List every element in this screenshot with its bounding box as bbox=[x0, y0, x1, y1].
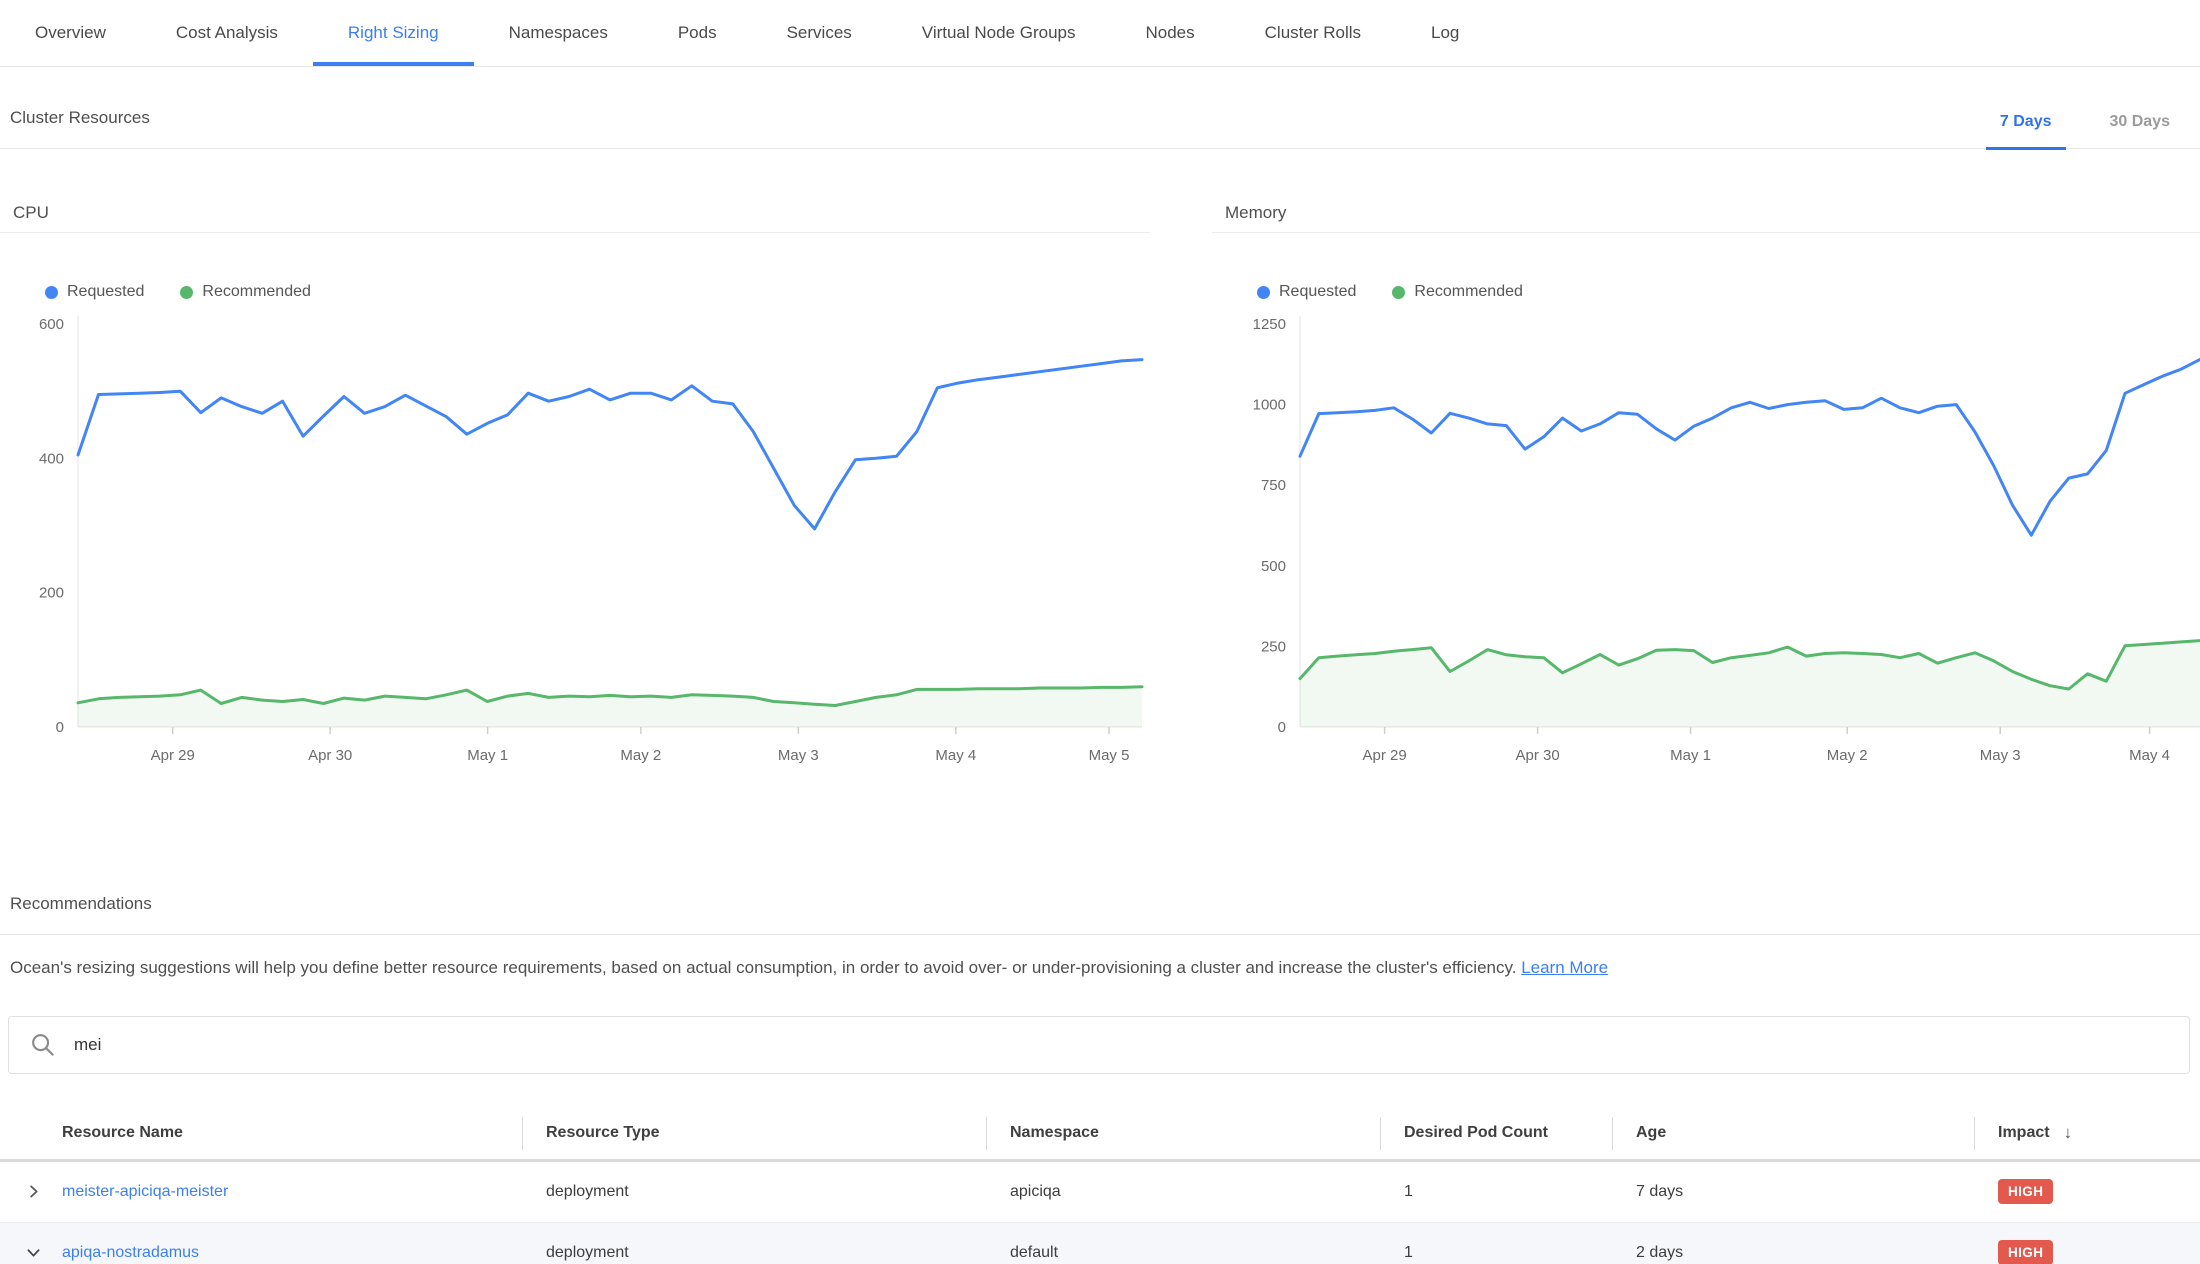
description-text: Ocean's resizing suggestions will help y… bbox=[10, 958, 1516, 977]
namespace-cell: apiciqa bbox=[986, 1183, 1380, 1201]
tab-log[interactable]: Log bbox=[1396, 0, 1494, 66]
requested-dot-icon bbox=[1257, 286, 1270, 299]
svg-text:May 4: May 4 bbox=[935, 747, 976, 764]
legend-label: Recommended bbox=[202, 283, 311, 301]
impact-badge-high: HIGH bbox=[1998, 1240, 2053, 1264]
age-cell: 7 days bbox=[1612, 1183, 1974, 1201]
svg-text:May 4: May 4 bbox=[2129, 747, 2170, 764]
svg-text:May 2: May 2 bbox=[620, 747, 661, 764]
tab-cost-analysis[interactable]: Cost Analysis bbox=[141, 0, 313, 66]
cpu-chart-legend: Requested Recommended bbox=[45, 283, 1150, 301]
svg-text:750: 750 bbox=[1261, 477, 1286, 494]
age-cell: 2 days bbox=[1612, 1244, 1974, 1262]
impact-header-label: Impact bbox=[1998, 1124, 2050, 1142]
svg-text:1250: 1250 bbox=[1253, 316, 1286, 333]
memory-chart-legend: Requested Recommended bbox=[1257, 283, 2200, 301]
cpu-chart-title: CPU bbox=[0, 203, 1150, 233]
chevron-down-icon[interactable] bbox=[24, 1243, 62, 1262]
desired-pod-count-cell: 1 bbox=[1380, 1244, 1612, 1262]
recommended-dot-icon bbox=[1392, 286, 1405, 299]
tab-namespaces[interactable]: Namespaces bbox=[474, 0, 643, 66]
tab-virtual-node-groups[interactable]: Virtual Node Groups bbox=[887, 0, 1111, 66]
svg-text:500: 500 bbox=[1261, 558, 1286, 575]
column-header-namespace[interactable]: Namespace bbox=[986, 1108, 1380, 1159]
column-header-impact[interactable]: Impact ↓ bbox=[1974, 1108, 2200, 1159]
learn-more-link[interactable]: Learn More bbox=[1521, 958, 1608, 977]
column-header-resource-name[interactable]: Resource Name bbox=[0, 1108, 522, 1159]
svg-text:Apr 29: Apr 29 bbox=[151, 747, 195, 764]
svg-text:1000: 1000 bbox=[1253, 397, 1286, 414]
table-row-expanded[interactable]: apiqa-nostradamus deployment default 1 2… bbox=[0, 1223, 2200, 1264]
search-input[interactable] bbox=[72, 1034, 2169, 1056]
resource-name-link[interactable]: apiqa-nostradamus bbox=[62, 1244, 199, 1262]
table-header: Resource Name Resource Type Namespace De… bbox=[0, 1108, 2200, 1162]
tab-cluster-rolls[interactable]: Cluster Rolls bbox=[1230, 0, 1396, 66]
recommendations-title: Recommendations bbox=[10, 894, 152, 934]
resource-name-cell: meister-apiciqa-meister bbox=[0, 1182, 522, 1201]
svg-text:May 3: May 3 bbox=[778, 747, 819, 764]
charts-row: CPU Requested Recommended 0 200 400 600 Apr … bbox=[0, 203, 2200, 779]
impact-cell: HIGH bbox=[1974, 1179, 2200, 1204]
recommended-dot-icon bbox=[180, 286, 193, 299]
svg-text:Apr 30: Apr 30 bbox=[308, 747, 352, 764]
memory-line-chart: 0 250 500 750 1000 1250 Apr 29 Apr 30 May 1 May 2… bbox=[1212, 309, 2200, 779]
tab-nodes[interactable]: Nodes bbox=[1111, 0, 1230, 66]
svg-text:Apr 29: Apr 29 bbox=[1362, 747, 1406, 764]
period-7-days[interactable]: 7 Days bbox=[1986, 113, 2066, 150]
memory-chart-panel: Memory Requested Recommended 0 250 500 750 1… bbox=[1212, 203, 2200, 779]
namespace-cell: default bbox=[986, 1244, 1380, 1262]
svg-text:0: 0 bbox=[1278, 719, 1286, 736]
sort-descending-icon[interactable]: ↓ bbox=[2064, 1123, 2073, 1143]
legend-label: Requested bbox=[67, 283, 144, 301]
table-row[interactable]: meister-apiciqa-meister deployment apici… bbox=[0, 1162, 2200, 1223]
period-30-days[interactable]: 30 Days bbox=[2096, 113, 2185, 150]
svg-text:May 5: May 5 bbox=[1089, 747, 1130, 764]
svg-text:Apr 30: Apr 30 bbox=[1515, 747, 1559, 764]
resource-type-cell: deployment bbox=[522, 1183, 986, 1201]
svg-text:400: 400 bbox=[39, 450, 64, 467]
cluster-resources-title: Cluster Resources bbox=[10, 108, 150, 148]
legend-item-requested: Requested bbox=[1257, 283, 1356, 301]
recommendations-header: Recommendations bbox=[0, 853, 2200, 935]
svg-text:250: 250 bbox=[1261, 638, 1286, 655]
top-nav: Overview Cost Analysis Right Sizing Name… bbox=[0, 0, 2200, 67]
legend-item-recommended: Recommended bbox=[1392, 283, 1523, 301]
column-header-desired-pod-count[interactable]: Desired Pod Count bbox=[1380, 1108, 1612, 1159]
desired-pod-count-cell: 1 bbox=[1380, 1183, 1612, 1201]
chevron-right-icon[interactable] bbox=[24, 1182, 62, 1201]
resource-name-cell: apiqa-nostradamus bbox=[0, 1243, 522, 1262]
cluster-resources-header: Cluster Resources 7 Days 30 Days bbox=[0, 67, 2200, 149]
search-box bbox=[8, 1016, 2190, 1074]
svg-text:0: 0 bbox=[56, 719, 64, 736]
requested-dot-icon bbox=[45, 286, 58, 299]
tab-right-sizing[interactable]: Right Sizing bbox=[313, 0, 474, 66]
period-toggle: 7 Days 30 Days bbox=[1956, 113, 2184, 148]
column-header-resource-type[interactable]: Resource Type bbox=[522, 1108, 986, 1159]
legend-item-requested: Requested bbox=[45, 283, 144, 301]
svg-text:600: 600 bbox=[39, 316, 64, 333]
impact-cell: HIGH bbox=[1974, 1240, 2200, 1264]
recommendations-table: Resource Name Resource Type Namespace De… bbox=[0, 1108, 2200, 1264]
legend-item-recommended: Recommended bbox=[180, 283, 311, 301]
tab-overview[interactable]: Overview bbox=[0, 0, 141, 66]
recommendations-description: Ocean's resizing suggestions will help y… bbox=[10, 957, 2184, 980]
svg-text:May 3: May 3 bbox=[1980, 747, 2021, 764]
legend-label: Requested bbox=[1279, 283, 1356, 301]
impact-badge-high: HIGH bbox=[1998, 1179, 2053, 1204]
cpu-chart-panel: CPU Requested Recommended 0 200 400 600 Apr … bbox=[0, 203, 1150, 779]
cpu-line-chart: 0 200 400 600 Apr 29 Apr 30 May 1 May 2 May 3 May… bbox=[0, 309, 1150, 779]
svg-text:May 1: May 1 bbox=[467, 747, 508, 764]
svg-text:May 2: May 2 bbox=[1827, 747, 1868, 764]
tab-pods[interactable]: Pods bbox=[643, 0, 752, 66]
svg-text:200: 200 bbox=[39, 585, 64, 602]
memory-chart-title: Memory bbox=[1212, 203, 2200, 233]
resource-type-cell: deployment bbox=[522, 1244, 986, 1262]
legend-label: Recommended bbox=[1414, 283, 1523, 301]
resource-name-link[interactable]: meister-apiciqa-meister bbox=[62, 1183, 228, 1201]
search-icon bbox=[29, 1031, 56, 1058]
tab-services[interactable]: Services bbox=[752, 0, 887, 66]
svg-text:May 1: May 1 bbox=[1670, 747, 1711, 764]
column-header-age[interactable]: Age bbox=[1612, 1108, 1974, 1159]
